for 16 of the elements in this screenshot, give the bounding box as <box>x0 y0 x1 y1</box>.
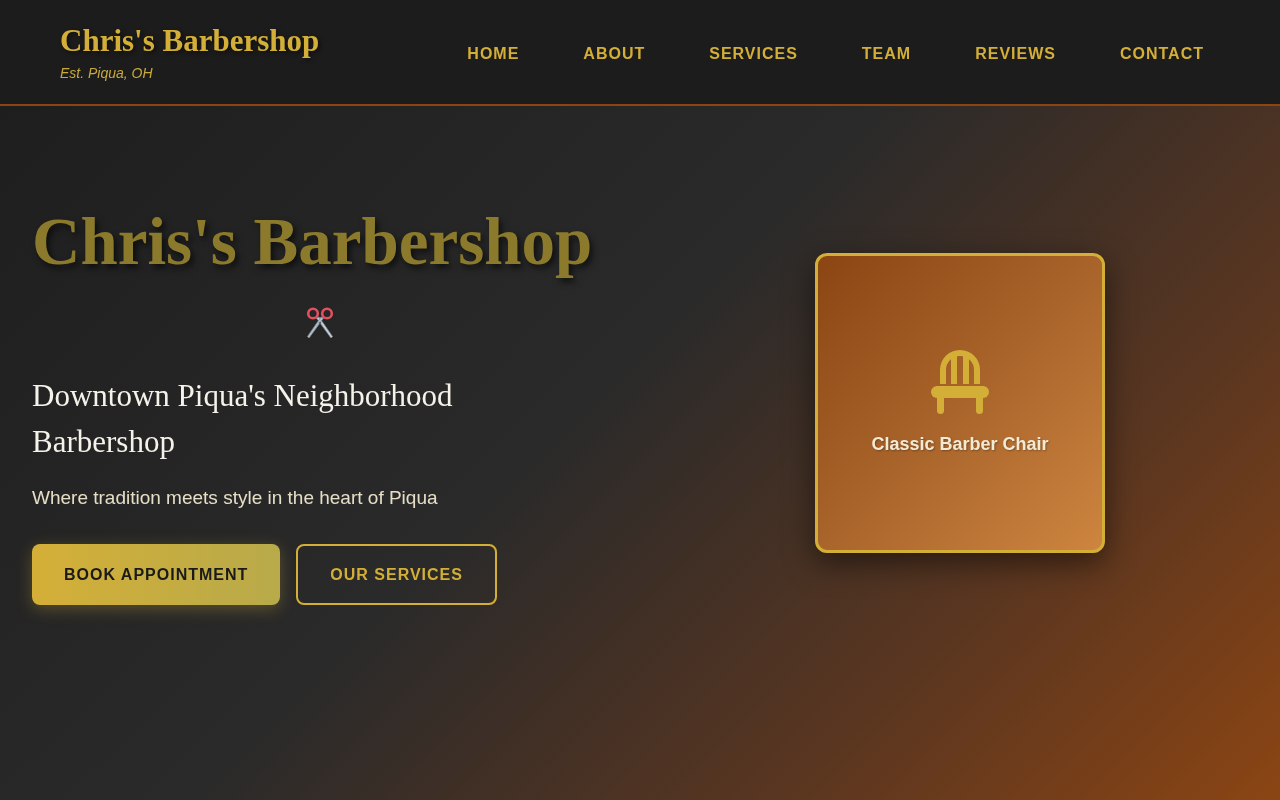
nav-link[interactable]: SERVICES <box>709 44 798 64</box>
nav-link[interactable]: CONTACT <box>1119 44 1204 64</box>
primary-button[interactable]: BOOK APPOINTMENT <box>32 544 281 606</box>
tagline-text: Est. Piqua, OH <box>60 65 153 82</box>
nav-link[interactable]: ABOUT <box>583 44 646 64</box>
hero-subtitle: Downtown Piqua's Neighborhood Barbershop <box>32 376 454 462</box>
nav-link[interactable]: REVIEWS <box>975 44 1056 64</box>
hero-description: Where tradition meets style in the heart of Piqua <box>32 485 438 510</box>
hero-title: Chris's Barbershop <box>32 202 593 280</box>
nav-link[interactable]: TEAM <box>861 44 912 64</box>
chair-icon <box>931 350 989 415</box>
outline-button[interactable]: OUR SERVICES <box>296 544 497 606</box>
scissors-icon <box>304 306 336 339</box>
nav-link[interactable]: HOME <box>467 44 520 64</box>
card-label: Classic Barber Chair <box>871 434 1049 456</box>
logo-text[interactable]: Chris's Barbershop <box>60 22 320 60</box>
